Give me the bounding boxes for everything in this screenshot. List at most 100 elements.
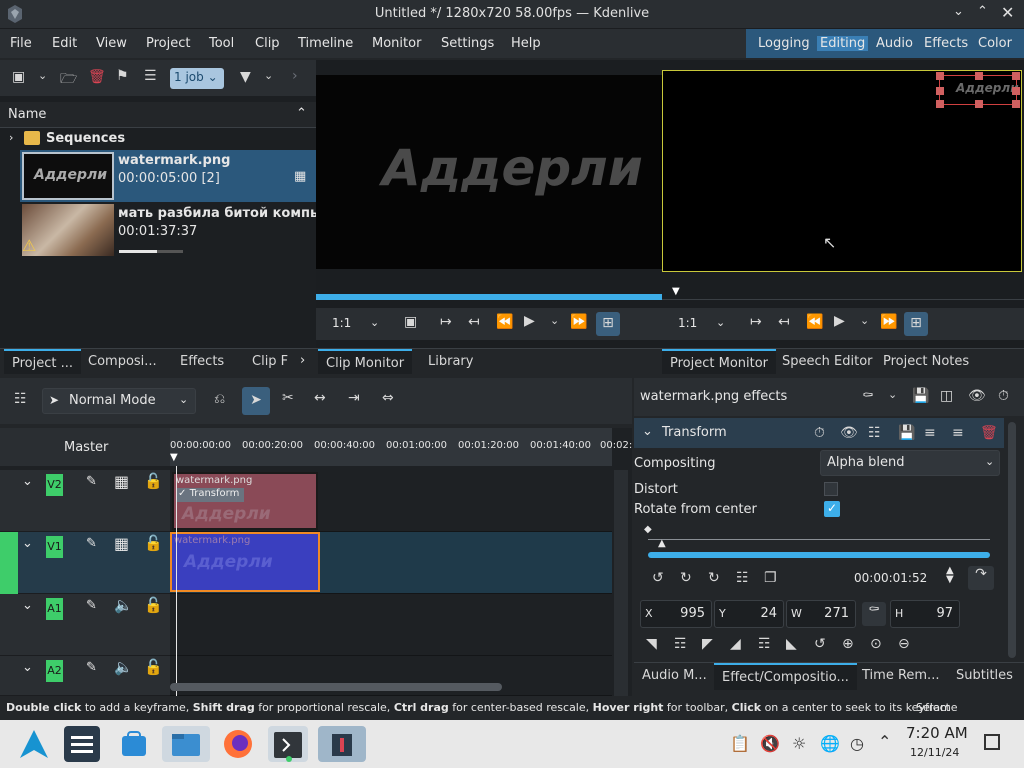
zoom-fit-icon[interactable]: ⊙ [870,636,882,652]
reset-icon[interactable]: ↺ [814,636,826,652]
clip-v2-watermark[interactable]: watermark.png ✓ Transform Аддерли [172,472,318,530]
play-icon[interactable]: ▶ [524,313,535,329]
crop-icon[interactable]: ⊞ [596,312,620,336]
rewind-icon[interactable]: ⏪ [806,314,823,330]
layout-effects[interactable]: Effects [924,36,968,51]
compositing-select[interactable]: Alpha blend ⌄ [820,450,1000,476]
layout-color[interactable]: Color [978,36,1012,51]
slide-tool-icon[interactable]: ⇔ [382,390,394,406]
kdenlive-icon[interactable] [318,726,366,762]
track-lane-v2[interactable]: watermark.png ✓ Transform Аддерли [170,470,612,532]
handle[interactable] [1012,72,1020,80]
align-right-icon[interactable]: ◤ [702,636,713,652]
minimize-icon[interactable]: ⌄ [953,4,971,22]
delete-icon[interactable]: 🗑 [88,69,106,85]
folder-icon[interactable]: 🗁 [60,68,77,92]
menu-help[interactable]: Help [511,36,541,51]
handle[interactable] [936,72,944,80]
expand-icon[interactable]: › [9,131,13,144]
timeline-ruler[interactable]: 00:00:00:00 00:00:20:00 00:00:40:00 00:0… [170,428,632,466]
align-hcenter-icon[interactable]: ☶ [674,636,687,652]
timeline-hscrollbar[interactable] [170,683,502,691]
set-in-icon[interactable]: ↦ [440,314,452,330]
brightness-icon[interactable]: ☼ [792,734,806,753]
menu-monitor[interactable]: Monitor [372,36,421,51]
keyframe-marker[interactable]: ◆ [644,524,652,535]
select-tool-icon[interactable]: ➤ [242,387,270,415]
effect-icon[interactable]: ✎ [86,660,97,675]
clock-time[interactable]: 7:20 AM [906,724,968,742]
job-dropdown[interactable]: 1 job ⌄ [170,68,224,89]
store-icon[interactable] [116,726,152,762]
handle[interactable] [975,100,983,108]
clip-monitor-screen[interactable]: Аддерли [316,75,662,269]
lock-icon[interactable]: 🔓 [144,534,163,552]
track-name[interactable]: A2 [46,660,63,682]
keyframe-timecode[interactable]: 00:00:01:52 [854,571,927,585]
tab-audio-mixer[interactable]: Audio M... [634,663,715,690]
align-vcenter-icon[interactable]: ☶ [758,636,771,652]
name-column-header[interactable]: Name [8,107,46,122]
chevron-down-icon[interactable]: ⌄ [550,314,559,327]
chevron-down-icon[interactable]: ⌄ [888,388,897,401]
zoom-select[interactable]: 1:1 [332,316,351,330]
set-out-icon[interactable]: ↤ [468,314,480,330]
lock-icon[interactable]: 🔓 [144,658,163,676]
terminal-icon[interactable] [268,726,308,762]
bin-item-watermark[interactable]: Аддерли watermark.png 00:00:05:00 [2] ▦ [20,150,316,202]
menu-file[interactable]: File [10,36,32,51]
stop-icon[interactable]: ▣ [404,314,417,330]
tab-subtitles[interactable]: Subtitles [948,663,1021,690]
system-settings-icon[interactable] [64,726,100,762]
maximize-icon[interactable]: ⌃ [977,4,995,22]
timeline-vscrollbar[interactable] [614,470,628,696]
playhead-icon[interactable]: ▼ [672,286,680,297]
tab-effects[interactable]: Effects [172,349,232,374]
tab-clip-properties[interactable]: Clip F [244,349,296,374]
tag-icon[interactable]: ⚑ [116,68,129,84]
set-out-icon[interactable]: ↤ [778,314,790,330]
effect-icon[interactable]: ✎ [86,474,97,489]
eye-icon[interactable]: 👁 [968,388,986,404]
slip-tool-icon[interactable]: ↔ [314,390,326,406]
rotate-checkbox[interactable]: ✓ [824,501,840,517]
film-icon[interactable]: ▦ [114,472,129,491]
tab-compositions[interactable]: Composi... [80,349,165,374]
edit-mode-select[interactable]: ➤ Normal Mode ⌄ [42,388,196,414]
zoom-out-icon[interactable]: ⊖ [898,636,910,652]
file-manager-icon[interactable] [162,726,210,762]
chevron-right-icon[interactable]: › [292,68,298,84]
menu-tool[interactable]: Tool [209,36,234,51]
layout-editing[interactable]: Editing [817,36,869,51]
menu-project[interactable]: Project [146,36,190,51]
align-icon[interactable]: ☷ [736,570,749,586]
sliders-icon[interactable]: ☷ [868,425,881,441]
firefox-icon[interactable] [220,726,256,762]
razor-tool-icon[interactable]: ✂ [282,390,294,406]
compare-icon[interactable]: ◫ [940,388,953,404]
collapse-icon[interactable]: ⌄ [22,660,33,675]
handle[interactable] [936,100,944,108]
crop-icon[interactable]: ⊞ [904,312,928,336]
master-label[interactable]: Master [64,440,108,455]
project-monitor-ruler[interactable]: ▼ [662,286,1024,300]
lock-icon[interactable]: 🔓 [144,596,163,614]
folder-sequences[interactable]: › Sequences [0,128,316,150]
track-name[interactable]: V2 [46,474,63,496]
zoom-in-icon[interactable]: ⊕ [842,636,854,652]
clock-date[interactable]: 12/11/24 [910,746,959,759]
menu-clip[interactable]: Clip [255,36,280,51]
menu-view[interactable]: View [96,36,127,51]
chevron-down-icon[interactable]: ⌄ [38,69,47,82]
tab-project[interactable]: Project ... [4,349,82,374]
set-in-icon[interactable]: ↦ [750,314,762,330]
film-icon[interactable]: ▦ [114,534,129,553]
layout-logging[interactable]: Logging [758,36,810,51]
prev-keyframe-icon[interactable]: ↺ [652,570,664,586]
tab-effect-composition[interactable]: Effect/Compositio... [714,663,857,690]
copy-icon[interactable]: ❐ [764,570,777,586]
speaker-icon[interactable]: 🔈 [114,658,133,676]
lock-icon[interactable]: 🔓 [144,472,163,490]
timecode-spinner[interactable]: ▲ ▼ [946,566,954,585]
track-name[interactable]: V1 [46,536,63,558]
